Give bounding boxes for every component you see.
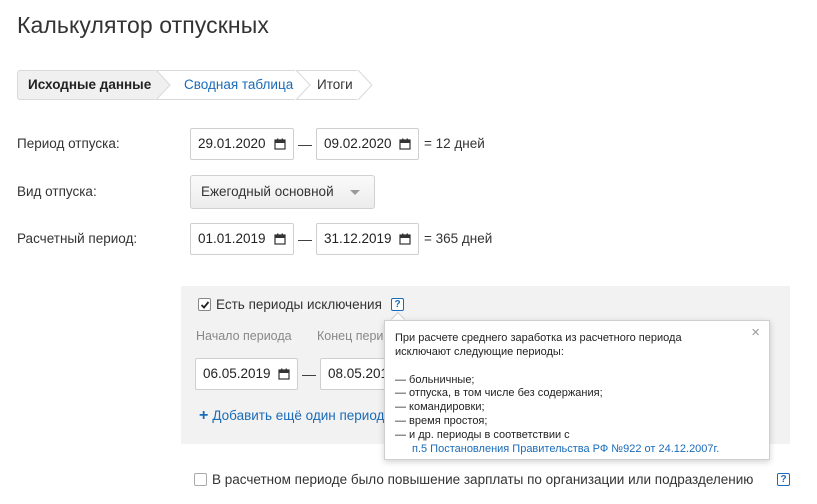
chevron-right-icon bbox=[295, 70, 311, 100]
calc-end-date-input[interactable]: 31.12.2019 bbox=[316, 223, 419, 255]
vacation-days-count: = 12 дней bbox=[424, 136, 485, 151]
tooltip-regulation-link[interactable]: п.5 Постановления Правительства РФ №922 … bbox=[395, 443, 759, 457]
chevron-right-icon bbox=[155, 70, 171, 100]
range-separator: — bbox=[302, 366, 316, 382]
salary-raise-checkbox[interactable] bbox=[194, 473, 207, 486]
add-exclusion-period-link[interactable]: + Добавить ещё один период bbox=[199, 407, 389, 425]
tooltip-item: — отпуска, в том числе без содержания; bbox=[395, 387, 603, 400]
calc-start-date-input[interactable]: 01.01.2019 bbox=[190, 223, 294, 255]
step-label: Исходные данные bbox=[28, 77, 152, 92]
step-summary-table[interactable]: Сводная таблица bbox=[157, 70, 311, 100]
close-icon[interactable]: × bbox=[751, 325, 760, 340]
checkmark-icon bbox=[200, 301, 210, 309]
calendar-icon[interactable] bbox=[278, 368, 290, 380]
vacation-type-select[interactable]: Ежегодный основной bbox=[190, 175, 375, 209]
date-value: 29.01.2020 bbox=[198, 136, 266, 151]
step-label: Сводная таблица bbox=[184, 77, 294, 92]
step-source-data[interactable]: Исходные данные bbox=[17, 70, 171, 100]
chevron-down-icon bbox=[350, 190, 360, 195]
wizard-stepper: Исходные данные Сводная таблица Итоги bbox=[17, 70, 373, 100]
vacation-start-date-input[interactable]: 29.01.2020 bbox=[190, 128, 294, 160]
calendar-icon[interactable] bbox=[399, 138, 411, 150]
tooltip-item: — время простоя; bbox=[395, 414, 488, 427]
tooltip-item: — больничные; bbox=[395, 373, 475, 386]
range-separator: — bbox=[298, 231, 312, 247]
date-value: 09.02.2020 bbox=[324, 136, 392, 151]
calendar-icon[interactable] bbox=[399, 233, 411, 245]
salary-raise-label[interactable]: В расчетном периоде было повышение зарпл… bbox=[212, 472, 753, 487]
plus-icon: + bbox=[199, 407, 209, 424]
calc-days-count: = 365 дней bbox=[424, 231, 493, 246]
exclusions-checkbox-label[interactable]: Есть периоды исключения bbox=[216, 297, 382, 312]
vacation-type-label: Вид отпуска: bbox=[17, 184, 97, 199]
vacation-end-date-input[interactable]: 09.02.2020 bbox=[316, 128, 419, 160]
calc-period-label: Расчетный период: bbox=[17, 231, 138, 246]
tooltip-intro-line-2: исключают следующие периоды: bbox=[395, 345, 564, 358]
page-title: Калькулятор отпускных bbox=[17, 12, 269, 38]
range-separator: — bbox=[298, 136, 312, 152]
date-value: 31.12.2019 bbox=[324, 231, 392, 246]
help-icon[interactable]: ? bbox=[777, 473, 790, 486]
select-value: Ежегодный основной bbox=[201, 184, 334, 199]
vacation-period-label: Период отпуска: bbox=[17, 136, 120, 151]
column-header-start: Начало периода bbox=[196, 329, 292, 343]
tooltip-intro-line-1: При расчете среднего заработка из расчет… bbox=[395, 332, 682, 344]
exclusions-checkbox[interactable] bbox=[198, 298, 211, 311]
tooltip-item: — командировки; bbox=[395, 401, 485, 414]
calendar-icon[interactable] bbox=[274, 233, 286, 245]
chevron-right-icon bbox=[357, 70, 373, 100]
column-header-end: Конец периода bbox=[317, 329, 384, 343]
add-period-label: Добавить ещё один период bbox=[212, 408, 385, 423]
date-value: 01.01.2019 bbox=[198, 231, 266, 246]
exclusion-start-date-input[interactable]: 06.05.2019 bbox=[195, 358, 298, 390]
tooltip-item: — и др. периоды в соответствии с bbox=[395, 428, 570, 441]
exclusions-help-tooltip: × При расчете среднего заработка из расч… bbox=[384, 320, 770, 460]
calendar-icon[interactable] bbox=[274, 138, 286, 150]
help-icon[interactable]: ? bbox=[391, 298, 404, 311]
date-value: 06.05.2019 bbox=[203, 366, 271, 381]
